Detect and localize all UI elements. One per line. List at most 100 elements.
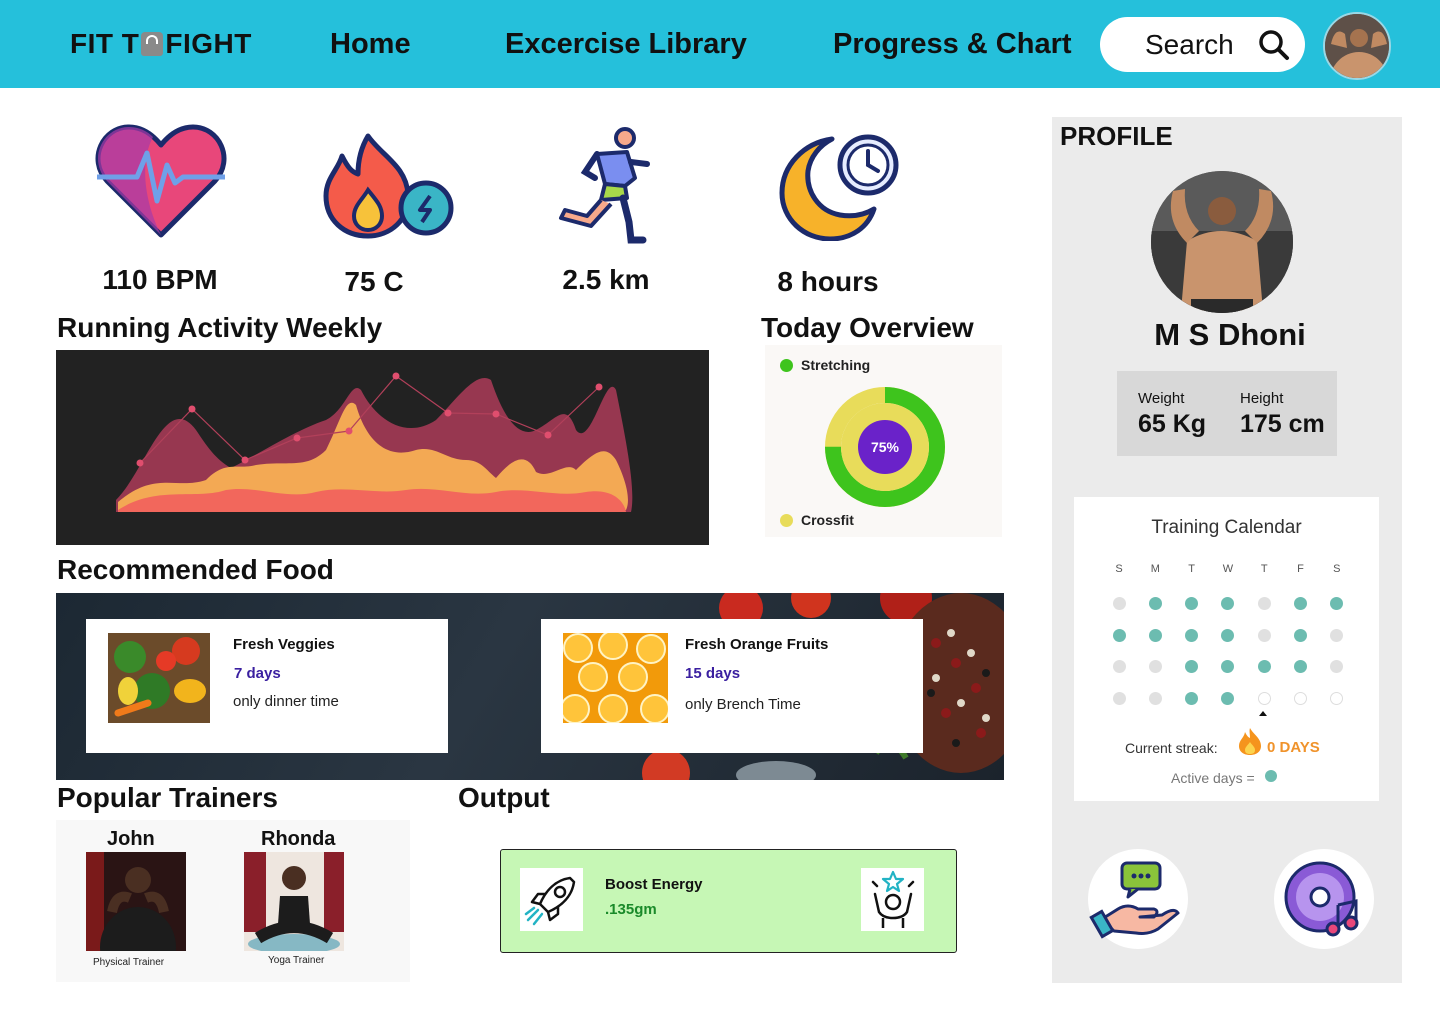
brand-logo[interactable]: FIT T FIGHT (70, 28, 252, 60)
veggies-image (108, 633, 210, 723)
calendar-weekday-2: T (1188, 563, 1195, 575)
distance-value: 2.5 km (562, 264, 650, 295)
output-item-title: Boost Energy (605, 876, 703, 893)
calendar-day-dot[interactable] (1221, 692, 1235, 706)
calendar-day-dot[interactable] (1185, 692, 1199, 706)
weight-value: 65 Kg (1138, 410, 1207, 438)
calendar-day-dot[interactable] (1112, 692, 1126, 706)
legend-dot-icon (780, 359, 793, 372)
running-activity-chart (56, 350, 709, 545)
legend-dot-icon (780, 514, 793, 527)
calendar-day-dot[interactable] (1294, 692, 1307, 706)
streak-label: Current streak: (1125, 740, 1218, 756)
height-value: 175 cm (1240, 410, 1325, 438)
calendar-day-dot[interactable] (1221, 628, 1235, 642)
achievement-person-icon (861, 868, 924, 931)
calendar-day-dot[interactable] (1112, 597, 1126, 610)
calendar-day-dot[interactable] (1148, 660, 1162, 674)
music-button[interactable] (1274, 849, 1374, 949)
calories-value: 75 C (344, 266, 404, 297)
food-banner: Fresh Veggies 7 days only dinner time Fr… (56, 593, 1004, 780)
user-avatar[interactable] (1323, 12, 1391, 80)
calendar-weekday-6: S (1333, 563, 1341, 575)
calendar-weekday-4: T (1260, 563, 1268, 575)
training-calendar: Training Calendar S M T W T F S Current streak… (1074, 497, 1379, 801)
support-chat-button[interactable] (1088, 849, 1188, 949)
nav-progress-chart[interactable]: Progress & Chart (833, 28, 1072, 61)
calendar-weekday-1: M (1150, 563, 1160, 575)
heart-rate-icon (95, 124, 227, 238)
nav-exercise-library[interactable]: Excercise Library (505, 28, 747, 61)
trainers-card: John Physical Trainer Rhonda Yoga Traine… (56, 820, 410, 982)
calendar-day-dot[interactable] (1330, 597, 1344, 610)
calendar-day-dot[interactable] (1185, 597, 1199, 610)
calendar-day-dot[interactable] (1294, 628, 1307, 642)
running-activity-title: Running Activity Weekly (57, 312, 383, 343)
profile-photo[interactable] (1151, 171, 1293, 313)
food-card-oranges[interactable]: Fresh Orange Fruits 15 days only Brench … (541, 619, 923, 753)
active-days-label: Active days = (1171, 770, 1255, 786)
profile-name: M S Dhoni (1154, 317, 1306, 352)
sleep-moon-clock-icon (779, 134, 899, 241)
calendar-day-dot[interactable] (1294, 660, 1307, 674)
calendar-title: Training Calendar (1151, 517, 1302, 538)
kettlebell-icon (141, 32, 164, 56)
trainer-role-rhonda: Yoga Trainer (268, 955, 325, 966)
calendar-day-dot[interactable] (1148, 597, 1162, 610)
brand-text-part1: FIT T (70, 28, 140, 59)
heart-rate-value: 110 BPM (102, 264, 218, 295)
calendar-day-dot[interactable] (1330, 628, 1344, 642)
weight-height-card: Weight 65 Kg Height 175 cm (1117, 371, 1337, 456)
calories-flame-icon (323, 133, 454, 239)
calendar-day-dot[interactable] (1221, 660, 1235, 674)
fire-icon (1239, 728, 1261, 755)
food-note: only Brench Time (685, 696, 801, 713)
calendar-day-dot[interactable] (1112, 660, 1126, 674)
calendar-day-dot[interactable] (1148, 628, 1162, 642)
calendar-day-dot[interactable] (1257, 628, 1271, 642)
food-name: Fresh Veggies (233, 636, 335, 653)
music-disc-icon (1284, 861, 1359, 937)
calendar-day-dot[interactable] (1294, 597, 1307, 610)
food-days: 15 days (685, 665, 741, 682)
trainer-name-rhonda: Rhonda (261, 828, 336, 850)
calendar-day-dot[interactable] (1257, 597, 1271, 610)
food-card-veggies[interactable]: Fresh Veggies 7 days only dinner time (86, 619, 448, 753)
calendar-day-dot[interactable] (1257, 692, 1271, 706)
calendar-day-dot[interactable] (1148, 692, 1162, 706)
search-box[interactable]: Search (1100, 17, 1305, 72)
calendar-day-dot[interactable] (1112, 628, 1126, 642)
food-note: only dinner time (233, 693, 339, 710)
legend-stretching-label: Stretching (801, 357, 871, 373)
calendar-day-dot[interactable] (1330, 660, 1344, 674)
popular-trainers-title: Popular Trainers (57, 782, 278, 813)
legend-crossfit: Crossfit (780, 512, 854, 528)
calendar-day-dot[interactable] (1185, 660, 1199, 674)
nav-home[interactable]: Home (330, 28, 411, 61)
calendar-day-dot[interactable] (1221, 597, 1235, 610)
calendar-weekday-3: W (1222, 563, 1234, 575)
trainer-photo-john[interactable] (86, 852, 186, 951)
trainer-role-john: Physical Trainer (93, 957, 165, 968)
active-day-legend-dot (1265, 770, 1277, 782)
overview-donut-chart: 75% (825, 387, 945, 507)
output-title: Output (458, 782, 550, 813)
trainer-photo-rhonda[interactable] (244, 852, 344, 951)
streak-value: 0 DAYS (1267, 739, 1320, 756)
search-icon[interactable] (1258, 29, 1290, 61)
sleep-value: 8 hours (777, 266, 879, 297)
today-marker-icon (1259, 711, 1267, 716)
weight-label: Weight (1138, 390, 1185, 407)
rocket-icon (520, 868, 583, 931)
support-chat-icon (1089, 861, 1180, 939)
calendar-day-dot[interactable] (1330, 692, 1344, 706)
calendar-weekday-0: S (1115, 563, 1123, 575)
output-card[interactable]: Boost Energy .135gm (500, 849, 957, 953)
calendar-day-dot[interactable] (1257, 660, 1271, 674)
output-item-value: .135gm (605, 901, 657, 918)
legend-stretching: Stretching (780, 357, 870, 373)
brand-text-part2: FIGHT (165, 28, 252, 59)
overview-percent: 75% (871, 439, 900, 455)
calendar-day-dot[interactable] (1185, 628, 1199, 642)
top-nav-bar: FIT T FIGHT Home Excercise Library Progre… (0, 0, 1440, 88)
